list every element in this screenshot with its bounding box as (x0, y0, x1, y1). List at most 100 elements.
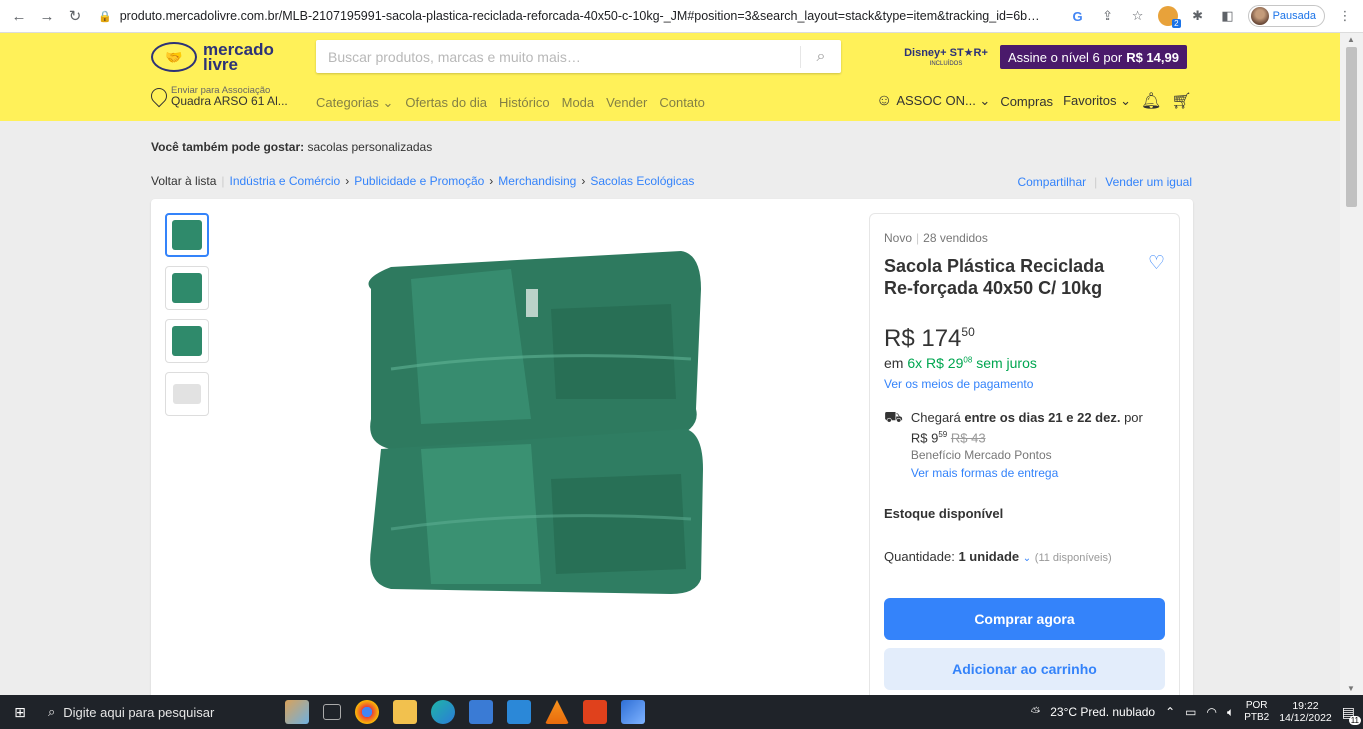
product-price: R$ 17450 (884, 325, 975, 352)
payment-methods-link[interactable]: Ver os meios de pagamento (884, 377, 1165, 391)
delivery-location[interactable]: Enviar para Associação Quadra ARSO 61 Al… (147, 84, 288, 108)
weather-text[interactable]: 23°C Pred. nublado (1050, 705, 1155, 719)
search-input[interactable] (316, 40, 800, 73)
back-to-list[interactable]: Voltar à lista (151, 174, 216, 188)
nav-historico[interactable]: Histórico (499, 95, 550, 111)
thumbnail[interactable] (165, 319, 209, 363)
windows-taskbar: ⊞ ⌕ Digite aqui para pesquisar ⛅︎ 23°C P… (0, 695, 1363, 729)
scroll-up-icon[interactable]: ▲ (1347, 35, 1355, 44)
header-nav: Categorias ⌄ Ofertas do dia Histórico Mo… (316, 95, 705, 111)
chrome-icon[interactable] (355, 700, 379, 724)
office-icon[interactable] (583, 700, 607, 724)
edge-icon[interactable] (431, 700, 455, 724)
windows-start-icon[interactable]: ⊞ (0, 704, 40, 721)
address-bar[interactable]: 🔒 produto.mercadolivre.com.br/MLB-210719… (98, 3, 1058, 29)
product-title: Sacola Plástica Reciclada Re-forçada 40x… (884, 256, 1105, 298)
browser-toolbar: ← → ↻ 🔒 produto.mercadolivre.com.br/MLB-… (0, 0, 1363, 33)
file-explorer-icon[interactable] (393, 700, 417, 724)
mail-icon[interactable] (507, 700, 531, 724)
bell-icon[interactable]: 🔔︎ (1141, 91, 1161, 111)
nav-moda[interactable]: Moda (562, 95, 595, 111)
location-pin-icon (147, 84, 171, 108)
sell-same-link[interactable]: Vender um igual (1105, 175, 1192, 189)
shipping-info: ⛟ Chegará entre os dias 21 e 22 dez. por… (884, 409, 1143, 481)
share-link[interactable]: Compartilhar (1017, 175, 1086, 189)
disney-star-logo[interactable]: Disney+ ST★R+ INCLUÍDOS (900, 48, 992, 72)
bag-thumb-icon (173, 384, 201, 404)
breadcrumb-item[interactable]: Sacolas Ecológicas (590, 174, 694, 188)
wifi-icon[interactable]: ◠ (1207, 705, 1217, 719)
quantity-selector[interactable]: Quantidade: 1 unidade ⌄ (11 disponíveis) (884, 549, 1165, 564)
user-icon: ☺ (876, 92, 893, 109)
bag-thumb-icon (172, 273, 202, 303)
back-arrow-icon[interactable]: ← (8, 5, 30, 27)
paint-icon[interactable] (285, 700, 309, 724)
bag-thumb-icon (172, 326, 202, 356)
more-shipping-link[interactable]: Ver mais formas de entrega (911, 466, 1058, 480)
buy-box: Novo | 28 vendidos Sacola Plástica Recicla… (869, 213, 1180, 703)
site-header: 🤝 mercado livre ⌕ Disney+ ST★R+ INCLUÍDO… (0, 33, 1340, 121)
share-links: Compartilhar | Vender um igual (1017, 175, 1192, 189)
subscription-promo[interactable]: Assine o nível 6 por R$ 14,99 (1000, 45, 1187, 69)
bag-thumb-icon (172, 220, 202, 250)
network-icon[interactable]: ▭ (1185, 705, 1196, 719)
site-logo[interactable]: 🤝 mercado livre (151, 41, 274, 73)
add-to-cart-button[interactable]: Adicionar ao carrinho (884, 648, 1165, 691)
user-menu[interactable]: ASSOC ON... ⌄ (896, 93, 990, 109)
chevron-down-icon: ⌄ (1022, 553, 1032, 565)
chevron-up-icon[interactable]: ⌃ (1165, 705, 1175, 719)
nav-vender[interactable]: Vender (606, 95, 647, 111)
taskbar-search[interactable]: ⌕ Digite aqui para pesquisar (40, 695, 265, 729)
stock-label: Estoque disponível (884, 506, 1004, 522)
breadcrumb-item[interactable]: Indústria e Comércio (230, 174, 341, 188)
nav-contato[interactable]: Contato (659, 95, 705, 111)
nav-categorias[interactable]: Categorias ⌄ (316, 95, 393, 111)
extension-icon[interactable]: 2 (1157, 6, 1181, 28)
google-icon[interactable]: G (1068, 6, 1088, 26)
thumbnail[interactable] (165, 372, 209, 416)
store-icon[interactable] (469, 700, 493, 724)
cart-icon[interactable]: 🛒︎ (1171, 91, 1191, 111)
photos-icon[interactable] (621, 700, 645, 724)
avatar (1250, 7, 1269, 25)
condition-sold: Novo | 28 vendidos (884, 231, 988, 245)
truck-icon: ⛟ (884, 409, 903, 426)
notification-icon[interactable]: ▤ 11 (1342, 704, 1361, 725)
search-icon[interactable]: ⌕ (801, 48, 841, 66)
thumbnail[interactable] (165, 213, 209, 257)
scroll-down-icon[interactable]: ▼ (1347, 684, 1355, 693)
breadcrumb-item[interactable]: Publicidade e Promoção (354, 174, 484, 188)
scroll-thumb[interactable] (1346, 47, 1357, 207)
installments: em 6x R$ 2908 sem juros (884, 355, 1037, 371)
thumbnail[interactable] (165, 266, 209, 310)
menu-dots-icon[interactable]: ⋮ (1335, 6, 1355, 26)
breadcrumb: Voltar à lista | Indústria e Comércio › … (151, 174, 695, 188)
thumbnail-list (165, 213, 209, 416)
puzzle-icon[interactable]: ✱ (1188, 6, 1208, 26)
also-like-link[interactable]: sacolas personalizadas (307, 140, 432, 154)
compras-link[interactable]: Compras (1000, 94, 1053, 109)
product-image[interactable] (351, 249, 706, 599)
share-icon[interactable]: ⇪ (1098, 6, 1118, 26)
also-like: Você também pode gostar: sacolas persona… (151, 140, 433, 154)
product-card: Novo | 28 vendidos Sacola Plástica Recicla… (151, 199, 1193, 703)
vlc-icon[interactable] (545, 700, 569, 724)
breadcrumb-item[interactable]: Merchandising (498, 174, 576, 188)
clock[interactable]: 19:22 14/12/2022 (1279, 700, 1332, 724)
buy-now-button[interactable]: Comprar agora (884, 598, 1165, 641)
star-icon[interactable]: ☆ (1128, 6, 1148, 26)
forward-arrow-icon[interactable]: → (36, 5, 58, 27)
search-box: ⌕ (316, 40, 841, 73)
nav-ofertas[interactable]: Ofertas do dia (405, 95, 487, 111)
language-indicator[interactable]: POR PTB2 (1244, 700, 1269, 724)
heart-icon[interactable]: ♡ (1148, 254, 1165, 299)
url-text: produto.mercadolivre.com.br/MLB-21071959… (119, 9, 1040, 23)
task-view-icon[interactable] (323, 704, 341, 720)
reload-icon[interactable]: ↻ (64, 5, 86, 27)
profile-button[interactable]: Pausada (1247, 5, 1325, 27)
favoritos-link[interactable]: Favoritos ⌄ (1063, 93, 1131, 109)
page-scrollbar[interactable]: ▲ ▼ (1340, 33, 1363, 695)
sidebar-icon[interactable]: ◧ (1218, 6, 1238, 26)
handshake-icon: 🤝 (151, 42, 197, 72)
volume-icon[interactable]: 🔈︎ (1227, 705, 1234, 720)
